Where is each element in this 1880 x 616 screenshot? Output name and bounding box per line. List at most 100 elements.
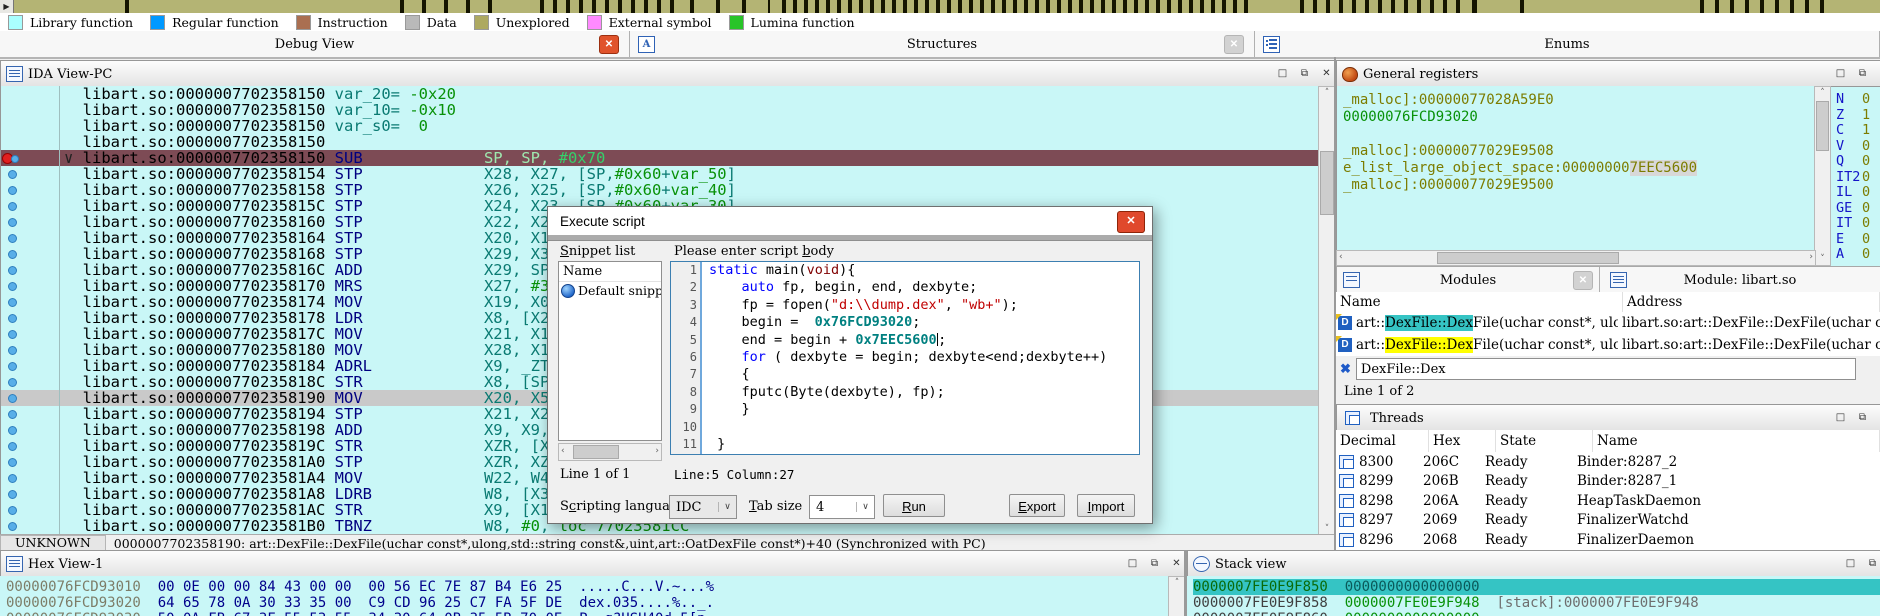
hex-row[interactable]: 00000076FCD93030 50 0A FB 67 3F 55 53 55… xyxy=(6,611,1174,616)
breakpoint-gutter[interactable] xyxy=(1,374,60,390)
breakpoint-gutter[interactable] xyxy=(1,118,60,134)
stack-row[interactable]: 0000007FE0E9F860 0000000000000000 xyxy=(1193,611,1880,616)
register-line[interactable]: _malloc]:00000077028A59E0 xyxy=(1343,92,1821,109)
breakpoint-dot-icon[interactable] xyxy=(8,250,17,259)
code-line[interactable]: { xyxy=(709,366,1139,383)
cpu-flag[interactable]: Z1 xyxy=(1836,107,1880,124)
thread-row[interactable]: 8300 206C Ready Binder:8287_2 xyxy=(1336,452,1880,472)
breakpoint-dot-icon[interactable] xyxy=(8,282,17,291)
breakpoint-gutter[interactable] xyxy=(1,486,60,502)
disassembly-line[interactable]: libart.so:0000007702358150 xyxy=(1,134,1319,150)
breakpoint-dot-icon[interactable] xyxy=(8,522,17,531)
close-icon[interactable]: ✕ xyxy=(599,35,619,54)
maximize-icon[interactable]: □ xyxy=(1841,556,1860,573)
breakpoint-dot-icon[interactable] xyxy=(8,298,17,307)
maximize-icon[interactable]: □ xyxy=(1123,556,1142,573)
code-line[interactable] xyxy=(709,419,1139,436)
breakpoint-gutter[interactable] xyxy=(1,406,60,422)
registers-vscrollbar[interactable]: ˄ ˅ xyxy=(1814,86,1831,266)
breakpoint-gutter[interactable] xyxy=(1,102,60,118)
breakpoint-gutter[interactable] xyxy=(1,390,60,406)
breakpoint-dot-icon[interactable] xyxy=(8,218,17,227)
register-line[interactable]: _malloc]:00000077029E9500 xyxy=(1343,177,1821,194)
breakpoint-gutter[interactable] xyxy=(1,294,60,310)
disassembly-line[interactable]: libart.so:0000007702358150 var_20= -0x20 xyxy=(1,86,1319,102)
breakpoint-gutter[interactable] xyxy=(1,326,60,342)
script-editor[interactable]: 1 2 3 4 5 6 7 8 9 10 11 static main(void){ auto fp… xyxy=(670,261,1140,455)
close-icon[interactable]: ✕ xyxy=(1117,211,1145,233)
breakpoint-gutter[interactable] xyxy=(1,470,60,486)
run-button[interactable]: Run xyxy=(883,494,945,517)
register-line[interactable]: 00000076FCD93020 xyxy=(1343,109,1821,126)
breakpoint-dot-icon[interactable] xyxy=(8,362,17,371)
editor-code[interactable]: static main(void){ auto fp, begin, end, … xyxy=(702,262,1139,454)
code-line[interactable]: begin = 0x76FCD93020; xyxy=(709,314,1139,331)
column-header[interactable]: Name xyxy=(1336,292,1623,312)
column-header[interactable]: Name xyxy=(1593,430,1880,452)
breakpoint-gutter[interactable] xyxy=(1,134,60,150)
hex-dump[interactable]: 00000076FCD93010 00 0E 00 00 84 43 00 00… xyxy=(0,576,1174,616)
float-icon[interactable]: ⧉ xyxy=(1853,66,1872,83)
breakpoint-gutter[interactable] xyxy=(1,246,60,262)
float-icon[interactable]: ⧉ xyxy=(1853,410,1872,427)
breakpoint-dot-icon[interactable] xyxy=(8,234,17,243)
snippet-list-hscrollbar[interactable]: ‹ › xyxy=(558,443,662,461)
disassembly-line[interactable]: libart.so:0000007702358150 var_10= -0x10 xyxy=(1,102,1319,118)
breakpoint-gutter[interactable] xyxy=(1,518,60,534)
tab-module-libart[interactable]: Module: libart.so xyxy=(1600,267,1880,293)
code-line[interactable]: } xyxy=(709,401,1139,418)
disassembly-line[interactable]: libart.so:0000007702358154 STP X28, X27,… xyxy=(1,166,1319,182)
breakpoint-gutter[interactable] xyxy=(1,182,60,198)
tab-debug-view[interactable]: Debug View ✕ xyxy=(0,31,630,57)
thread-row[interactable]: 8299 206B Ready Binder:8287_1 xyxy=(1336,471,1880,491)
breakpoint-gutter[interactable] xyxy=(1,358,60,374)
code-line[interactable]: end = begin + 0x7EEC5600; xyxy=(709,332,1139,349)
cpu-flag[interactable]: E0 xyxy=(1836,231,1880,248)
breakpoint-gutter[interactable] xyxy=(1,422,60,438)
breakpoint-dot-icon[interactable] xyxy=(8,314,17,323)
cpu-flag[interactable]: V0 xyxy=(1836,138,1880,155)
thread-row[interactable]: 8298 206A Ready HeapTaskDaemon xyxy=(1336,491,1880,511)
disassembly-line[interactable]: libart.so:0000007702358150 var_s0= 0 xyxy=(1,118,1319,134)
tab-structures[interactable]: A Structures ✕ xyxy=(630,31,1255,57)
breakpoint-gutter[interactable] xyxy=(1,278,60,294)
breakpoint-gutter[interactable] xyxy=(1,262,60,278)
breakpoint-gutter[interactable] xyxy=(1,502,60,518)
float-icon[interactable]: ⧉ xyxy=(1863,556,1880,573)
breakpoint-dot-icon[interactable] xyxy=(8,490,17,499)
snippet-item[interactable]: Default snippet xyxy=(559,282,661,299)
breakpoint-dot-icon[interactable] xyxy=(8,186,17,195)
float-icon[interactable]: ⧉ xyxy=(1295,66,1314,83)
disassembly-line[interactable]: libart.so:0000007702358158 STP X26, X25,… xyxy=(1,182,1319,198)
cpu-flag[interactable]: N0 xyxy=(1836,91,1880,108)
maximize-icon[interactable]: □ xyxy=(1831,410,1850,427)
breakpoint-gutter[interactable] xyxy=(1,342,60,358)
breakpoint-gutter[interactable] xyxy=(1,166,60,182)
filter-input[interactable] xyxy=(1355,358,1856,380)
stack-dump[interactable]: 0000007FE0E9F850 0000000000000000 0000007… xyxy=(1187,576,1880,616)
breakpoint-dot-icon[interactable] xyxy=(8,458,17,467)
column-header[interactable]: Hex xyxy=(1429,430,1496,452)
breakpoint-gutter[interactable] xyxy=(1,86,60,102)
register-line[interactable]: _malloc]:00000077029E9508 xyxy=(1343,143,1821,160)
breakpoint-dot-icon[interactable] xyxy=(11,155,19,163)
code-line[interactable]: fputc(Byte(dexbyte), fp); xyxy=(709,384,1139,401)
float-icon[interactable]: ⧉ xyxy=(1145,556,1164,573)
tab-enums[interactable]: Enums xyxy=(1255,31,1880,57)
breakpoint-dot-icon[interactable] xyxy=(8,506,17,515)
register-line[interactable] xyxy=(1343,126,1821,143)
cpu-flag[interactable]: IT 0 xyxy=(1836,215,1880,232)
cpu-flag[interactable]: Q0 xyxy=(1836,153,1880,170)
breakpoint-dot-icon[interactable] xyxy=(8,170,17,179)
column-header[interactable]: Address xyxy=(1623,292,1880,312)
cpu-flag[interactable]: IT2 0 xyxy=(1836,169,1880,186)
maximize-icon[interactable]: □ xyxy=(1831,66,1850,83)
export-button[interactable]: Export xyxy=(1009,494,1065,517)
cpu-flag[interactable]: IL 0 xyxy=(1836,184,1880,201)
code-line[interactable]: } xyxy=(709,436,1139,453)
breakpoint-gutter[interactable] xyxy=(1,310,60,326)
snippet-list-header[interactable]: Name xyxy=(559,262,661,282)
module-function-row[interactable]: Dart::DexFile::DexFile(uchar const*, ulo… xyxy=(1336,312,1880,334)
registers-values[interactable]: _malloc]:00000077028A59E0 00000076FCD9302… xyxy=(1336,86,1822,257)
code-line[interactable]: for ( dexbyte = begin; dexbyte<end;dexby… xyxy=(709,349,1139,366)
